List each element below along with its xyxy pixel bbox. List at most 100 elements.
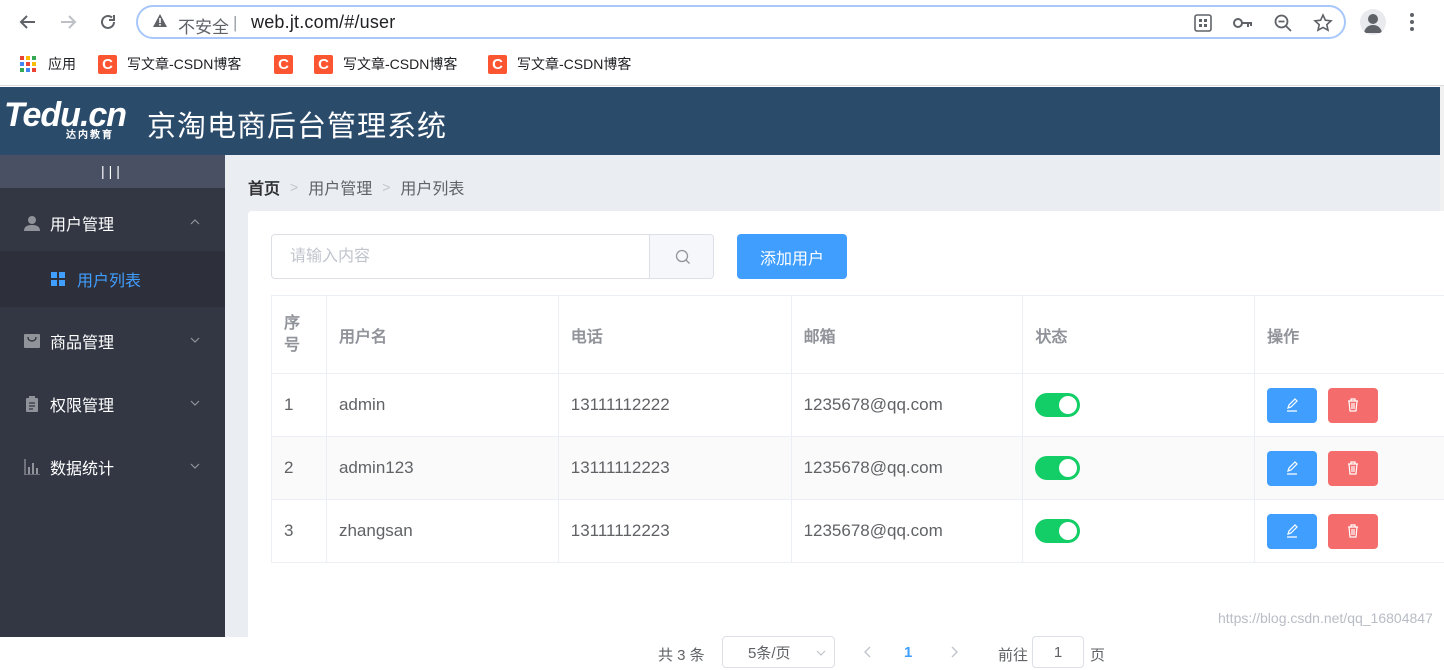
bookmark-label: 应用 xyxy=(48,56,76,72)
bookmark-csdn-1[interactable]: C 写文章-CSDN博客 xyxy=(98,53,241,75)
cell-phone: 13111112223 xyxy=(559,500,792,562)
column-header-email: 邮箱 xyxy=(792,296,1024,373)
csdn-icon: C xyxy=(314,54,333,74)
sidebar-toggle[interactable]: ||| xyxy=(0,155,225,188)
bookmark-apps[interactable]: 应用 xyxy=(20,53,76,75)
search-button[interactable] xyxy=(649,235,713,278)
next-page-button[interactable] xyxy=(946,642,962,662)
delete-button[interactable] xyxy=(1328,513,1379,549)
edit-button[interactable] xyxy=(1267,513,1318,549)
table-row: 1 admin 13111112222 1235678@qq.com xyxy=(272,374,1444,437)
bookmark-label: 写文章-CSDN博客 xyxy=(517,56,632,72)
add-user-button[interactable]: 添加用户 xyxy=(737,234,847,279)
cell-email: 1235678@qq.com xyxy=(792,500,1024,562)
search-icon xyxy=(675,249,690,264)
sidebar-item-goods[interactable]: 商品管理 xyxy=(0,313,225,369)
bookmarks-bar: 应用 C 写文章-CSDN博客 C C 写文章-CSDN博客 C 写文章-CSD… xyxy=(0,44,1444,86)
cell-username: admin xyxy=(327,374,559,436)
edit-icon xyxy=(1287,461,1299,475)
table-row: 3 zhangsan 13111112223 1235678@qq.com xyxy=(272,500,1444,563)
translate-icon[interactable] xyxy=(1193,13,1213,33)
table-header-row: 序号 用户名 电话 邮箱 状态 操作 xyxy=(272,296,1444,374)
chevron-right-icon: > xyxy=(382,179,391,195)
bookmark-csdn-4[interactable]: C 写文章-CSDN博客 xyxy=(488,53,631,75)
user-list-card: 添加用户 序号 用户名 电话 邮箱 状态 操作 1 admin 13111112… xyxy=(248,211,1444,668)
cell-username: zhangsan xyxy=(327,500,559,562)
cell-username: admin123 xyxy=(327,437,559,499)
zoom-out-icon[interactable] xyxy=(1273,13,1293,33)
prev-page-button[interactable] xyxy=(860,642,876,662)
bookmark-label: 写文章-CSDN博客 xyxy=(127,56,242,72)
goto-label: 前往 xyxy=(998,647,1029,664)
sidebar-item-users[interactable]: 用户管理 xyxy=(0,195,225,251)
cell-email: 1235678@qq.com xyxy=(792,437,1024,499)
pagination: 共 3 条 5条/页 1 前往 页 xyxy=(248,636,1444,670)
cell-phone: 13111112223 xyxy=(559,437,792,499)
chevron-down-icon xyxy=(816,650,826,656)
goto-page-input[interactable] xyxy=(1032,636,1084,668)
delete-button[interactable] xyxy=(1328,450,1379,486)
cell-actions xyxy=(1255,500,1444,562)
sidebar-item-label: 商品管理 xyxy=(50,335,115,352)
key-icon[interactable] xyxy=(1233,13,1253,33)
edit-icon xyxy=(1287,524,1299,538)
edit-button[interactable] xyxy=(1267,387,1318,423)
breadcrumb-home[interactable]: 首页 xyxy=(248,175,280,199)
csdn-icon: C xyxy=(98,54,117,74)
forward-button[interactable] xyxy=(54,8,82,36)
browser-menu-button[interactable] xyxy=(1402,10,1422,34)
app-title: 京淘电商后台管理系统 xyxy=(147,111,448,143)
edit-button[interactable] xyxy=(1267,450,1318,486)
sidebar-item-permissions[interactable]: 权限管理 xyxy=(0,376,225,432)
column-header-actions: 操作 xyxy=(1267,328,1300,346)
csdn-icon: C xyxy=(488,54,507,74)
sidebar-item-label: 权限管理 xyxy=(50,398,115,415)
url-text[interactable]: web.jt.com/#/user xyxy=(251,12,395,33)
page-number-current[interactable]: 1 xyxy=(904,644,912,661)
status-switch[interactable] xyxy=(1035,456,1081,480)
reload-button[interactable] xyxy=(94,8,122,36)
app-header: Tedu.cn 达内教育 京淘电商后台管理系统 xyxy=(0,87,1440,155)
address-bar[interactable]: 不安全 | web.jt.com/#/user xyxy=(136,5,1346,39)
search-input[interactable] xyxy=(272,235,649,278)
chevron-up-icon xyxy=(190,219,200,225)
pagination-total: 共 3 条 xyxy=(658,647,705,664)
bookmark-csdn-3[interactable]: C 写文章-CSDN博客 xyxy=(314,53,457,75)
breadcrumb-user-list: 用户列表 xyxy=(400,181,465,198)
cell-actions xyxy=(1255,437,1444,499)
chevron-right-icon: > xyxy=(290,179,299,195)
status-switch[interactable] xyxy=(1035,393,1081,417)
column-header-phone: 电话 xyxy=(559,296,792,373)
profile-avatar[interactable] xyxy=(1360,9,1386,35)
reload-icon xyxy=(101,14,115,29)
trash-icon xyxy=(1348,461,1359,475)
back-button[interactable] xyxy=(14,8,42,36)
page-suffix: 页 xyxy=(1090,647,1106,664)
star-icon[interactable] xyxy=(1313,13,1333,33)
bookmark-csdn-2[interactable]: C xyxy=(274,53,303,75)
breadcrumb: 首页 > 用户管理 > 用户列表 xyxy=(248,175,464,199)
cell-status xyxy=(1023,500,1256,562)
trash-icon xyxy=(1348,524,1359,538)
delete-button[interactable] xyxy=(1328,387,1379,423)
user-table: 序号 用户名 电话 邮箱 状态 操作 1 admin 13111112222 1… xyxy=(271,295,1444,563)
sidebar-subitem-user-list[interactable]: 用户列表 xyxy=(0,251,225,307)
bookmark-label: 写文章-CSDN博客 xyxy=(343,56,458,72)
user-icon xyxy=(23,214,41,232)
column-header-username: 用户名 xyxy=(327,296,559,373)
table-row: 2 admin123 13111112223 1235678@qq.com xyxy=(272,437,1444,500)
goods-icon xyxy=(23,332,41,350)
sidebar-item-statistics[interactable]: 数据统计 xyxy=(0,439,225,495)
main-content: 首页 > 用户管理 > 用户列表 添加用户 序号 用户名 电话 邮箱 状态 操作 xyxy=(225,155,1444,668)
tedu-logo: Tedu.cn 达内教育 xyxy=(4,96,134,146)
sidebar-item-label: 数据统计 xyxy=(50,461,115,478)
security-label[interactable]: 不安全 xyxy=(178,13,229,38)
watermark: https://blog.csdn.net/qq_16804847 xyxy=(1218,610,1433,626)
cell-seq: 2 xyxy=(272,437,327,499)
warning-icon xyxy=(153,14,167,27)
chevron-down-icon xyxy=(190,463,200,469)
page-size-select[interactable]: 5条/页 xyxy=(722,636,835,668)
csdn-icon: C xyxy=(274,54,293,74)
permission-icon xyxy=(23,395,41,413)
status-switch[interactable] xyxy=(1035,519,1081,543)
